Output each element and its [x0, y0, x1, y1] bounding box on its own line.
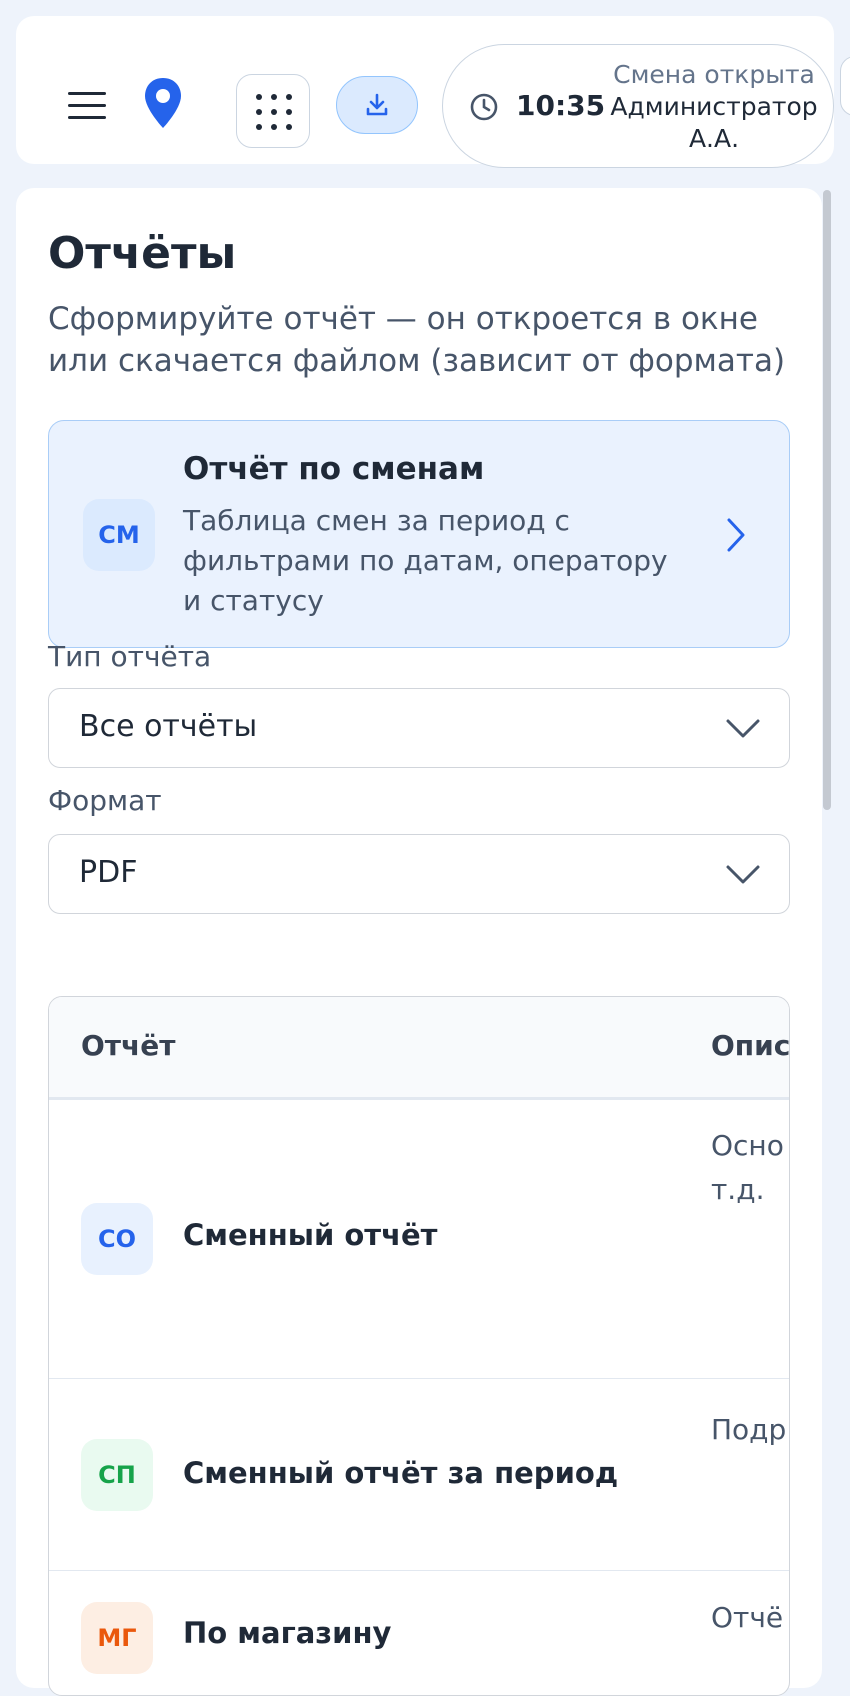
- table-row[interactable]: МГ По магазину Отчё: [49, 1572, 789, 1695]
- table-row[interactable]: СП Сменный отчёт за период Подр всем выб…: [49, 1380, 789, 1571]
- report-name: Сменный отчёт за период: [183, 1456, 619, 1490]
- report-description: Отчё: [711, 1601, 784, 1634]
- clock-icon: [470, 93, 498, 121]
- report-badge: СО: [81, 1203, 153, 1275]
- format-value: PDF: [79, 855, 138, 890]
- current-time: 10:35: [516, 89, 606, 122]
- header-overflow-button[interactable]: [840, 56, 850, 116]
- report-name: Сменный отчёт: [183, 1218, 438, 1252]
- card-title: Отчёт по сменам: [183, 451, 485, 487]
- menu-icon[interactable]: [68, 90, 106, 122]
- report-type-select[interactable]: Все отчёты: [48, 688, 790, 768]
- chevron-right-icon: [727, 518, 745, 552]
- shift-status-pill[interactable]: 10:35 Смена открыта Администратор А.А.: [442, 44, 834, 168]
- report-name: По магазину: [183, 1616, 392, 1650]
- chevron-down-icon: [726, 865, 760, 884]
- page-subtitle: Сформируйте отчёт — он откроется в окне …: [48, 301, 786, 379]
- report-badge: МГ: [81, 1602, 153, 1674]
- user-name: Администратор А.А.: [610, 92, 818, 153]
- table-header: Отчёт Опис: [49, 997, 789, 1100]
- report-badge: СМ: [83, 499, 155, 571]
- scrollbar[interactable]: [823, 190, 831, 810]
- location-pin-icon[interactable]: [142, 76, 184, 132]
- report-description: Осно итога выру топли т.д.: [711, 1129, 789, 1206]
- column-header-description: Опис: [711, 1029, 790, 1062]
- table-row[interactable]: СО Сменный отчёт Осно итога выру топли т…: [49, 1100, 789, 1379]
- apps-grid-icon: [256, 94, 292, 130]
- reports-table: Отчёт Опис СО Сменный отчёт Осно итога в…: [48, 996, 790, 1696]
- top-bar: 10:35 Смена открыта Администратор А.А.: [16, 16, 834, 168]
- report-type-label: Тип отчёта: [48, 640, 212, 673]
- download-button[interactable]: [336, 76, 418, 134]
- report-badge: СП: [81, 1439, 153, 1511]
- report-type-value: Все отчёты: [79, 709, 258, 744]
- chevron-down-icon: [726, 719, 760, 738]
- apps-grid-button[interactable]: [236, 74, 310, 148]
- shift-status: Смена открыта: [613, 60, 815, 89]
- format-select[interactable]: PDF: [48, 834, 790, 914]
- shift-info: Смена открыта Администратор А.А.: [605, 59, 823, 155]
- format-label: Формат: [48, 784, 162, 817]
- download-icon: [366, 93, 388, 116]
- page-title: Отчёты: [48, 228, 237, 279]
- report-description: Подр всем выбр: [711, 1413, 789, 1446]
- card-description: Таблица смен за период с фильтрами по да…: [183, 504, 668, 617]
- shift-report-card[interactable]: СМ Отчёт по сменам Таблица смен за перио…: [48, 420, 790, 648]
- column-header-report: Отчёт: [81, 1029, 176, 1062]
